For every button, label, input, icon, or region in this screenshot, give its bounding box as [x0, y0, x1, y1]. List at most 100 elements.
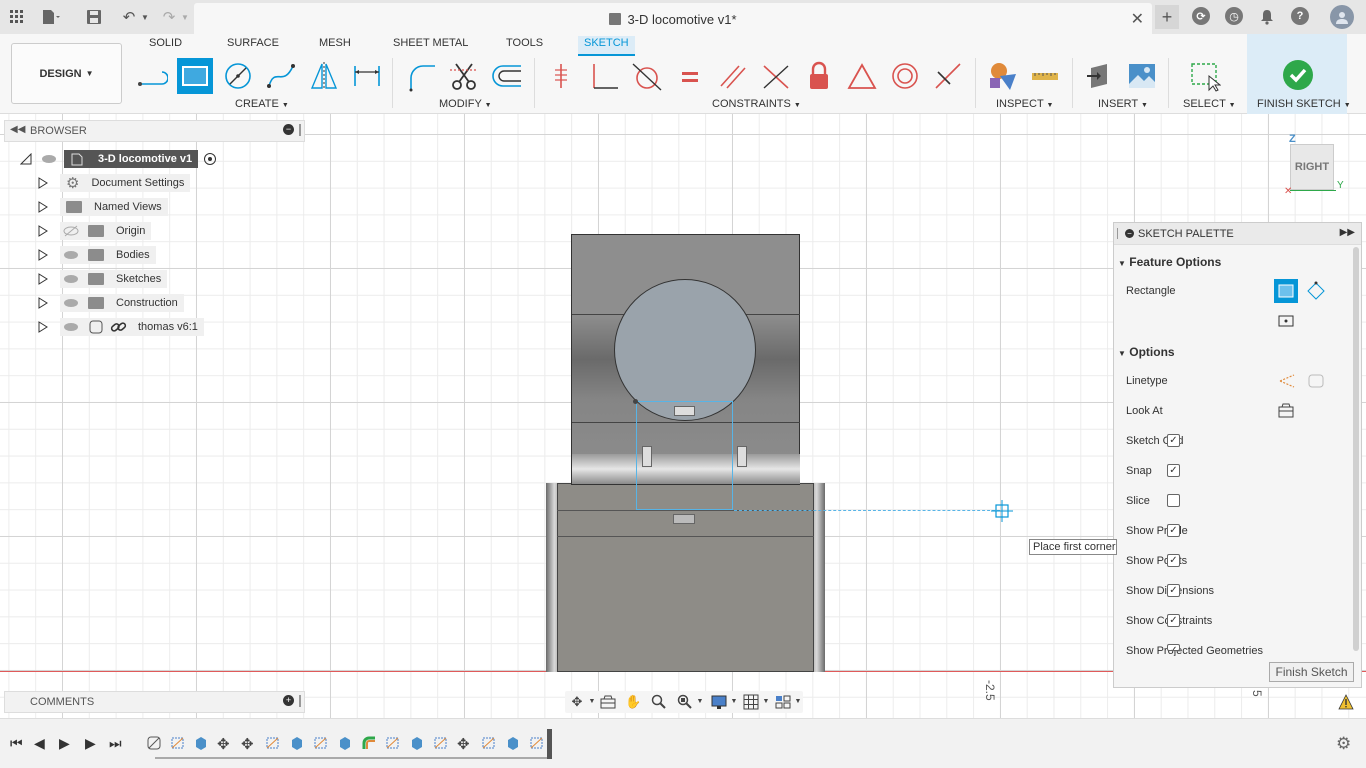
- visibility-eye-icon[interactable]: [64, 275, 78, 283]
- undo-dropdown-icon[interactable]: ▼: [134, 6, 156, 28]
- job-status-icon[interactable]: ◷: [1225, 7, 1243, 25]
- user-avatar[interactable]: [1330, 5, 1354, 29]
- palette-finish-sketch-button[interactable]: Finish Sketch: [1269, 662, 1354, 682]
- options-section[interactable]: ▼ Options: [1118, 345, 1175, 359]
- panel-minimize-icon[interactable]: −: [283, 124, 294, 135]
- dimension-tool-icon[interactable]: [349, 58, 385, 94]
- help-icon[interactable]: ?: [1291, 7, 1309, 25]
- visibility-eye-icon[interactable]: [64, 251, 78, 259]
- timeline-marker[interactable]: [547, 729, 552, 759]
- triangle-constraint-icon[interactable]: [844, 58, 880, 94]
- zoom-icon[interactable]: [651, 694, 667, 710]
- show-profile-checkbox[interactable]: ✓: [1167, 524, 1180, 537]
- zoom-dropdown-icon[interactable]: ▼: [692, 694, 708, 710]
- viewports-dropdown-icon[interactable]: ▼: [790, 694, 806, 710]
- browser-item-sketches[interactable]: Sketches: [38, 269, 168, 289]
- show-projected-geometries-checkbox[interactable]: ✓: [1167, 644, 1180, 651]
- insert-canvas-icon[interactable]: [1124, 58, 1160, 94]
- go-to-start-icon[interactable]: ⏮: [10, 735, 23, 752]
- construction-linetype-icon[interactable]: [1278, 373, 1296, 392]
- timeline-move-icon[interactable]: ✥: [457, 735, 473, 753]
- slice-checkbox[interactable]: [1167, 494, 1180, 507]
- display-settings-icon[interactable]: [711, 694, 727, 710]
- mirror-tool-icon[interactable]: [306, 58, 342, 94]
- three-point-rectangle-icon[interactable]: [1304, 279, 1328, 303]
- palette-header[interactable]: − SKETCH PALETTE ▶▶: [1114, 223, 1361, 245]
- timeline-fillet-icon[interactable]: [361, 735, 377, 751]
- workspace-design-button[interactable]: DESIGN ▼: [11, 43, 122, 104]
- timeline-sketch-icon[interactable]: [170, 735, 186, 751]
- inspect-group-label[interactable]: INSPECT ▼: [996, 98, 1053, 110]
- expand-triangle-icon[interactable]: [38, 249, 48, 261]
- data-panel-icon[interactable]: ⟳: [1192, 7, 1210, 25]
- collapse-circle-icon[interactable]: −: [1125, 229, 1134, 238]
- timeline-sketch-icon[interactable]: [529, 735, 545, 751]
- browser-item-document-settings[interactable]: ⚙ Document Settings: [38, 173, 191, 193]
- browser-item-linked-component[interactable]: thomas v6:1: [38, 317, 204, 337]
- concentric-constraint-icon[interactable]: [887, 58, 923, 94]
- expand-triangle-icon[interactable]: [38, 177, 48, 189]
- parallel-constraint-icon[interactable]: [715, 58, 751, 94]
- symmetry-constraint-icon[interactable]: [930, 58, 966, 94]
- insert-derive-icon[interactable]: [1081, 58, 1117, 94]
- browser-root-item[interactable]: 3-D locomotive v1: [20, 149, 217, 169]
- tab-sketch[interactable]: SKETCH: [578, 36, 635, 56]
- grid-settings-icon[interactable]: [743, 694, 759, 710]
- offset-tool-icon[interactable]: [489, 58, 525, 94]
- timeline-sketch-icon[interactable]: [385, 735, 401, 751]
- file-menu-icon[interactable]: [40, 6, 62, 28]
- measure-icon[interactable]: [1027, 58, 1063, 94]
- center-rectangle-icon[interactable]: [1274, 309, 1298, 333]
- expand-panel-icon[interactable]: ▶▶: [1340, 227, 1355, 238]
- display-dropdown-icon[interactable]: ▼: [726, 694, 742, 710]
- show-constraints-checkbox[interactable]: ✓: [1167, 614, 1180, 627]
- step-forward-icon[interactable]: ▶: [85, 735, 96, 752]
- browser-panel-header[interactable]: ◀◀ BROWSER −: [4, 120, 305, 142]
- finish-sketch-button[interactable]: FINISH SKETCH ▼: [1247, 34, 1351, 114]
- expand-triangle-icon[interactable]: [38, 321, 48, 333]
- show-dimensions-checkbox[interactable]: ✓: [1167, 584, 1180, 597]
- drag-handle-icon[interactable]: [1117, 228, 1118, 239]
- coincident-constraint-icon[interactable]: [543, 58, 579, 94]
- tab-sheet-metal[interactable]: SHEET METAL: [387, 36, 474, 56]
- app-grid-icon[interactable]: [6, 6, 28, 28]
- timeline-extrude-icon[interactable]: [337, 735, 353, 751]
- create-group-label[interactable]: CREATE ▼: [235, 98, 289, 110]
- timeline-sketch-icon[interactable]: [313, 735, 329, 751]
- modify-group-label[interactable]: MODIFY ▼: [439, 98, 492, 110]
- display-component-colors-icon[interactable]: [984, 58, 1020, 94]
- browser-item-construction[interactable]: Construction: [38, 293, 184, 313]
- tab-tools[interactable]: TOOLS: [500, 36, 549, 56]
- timeline-extrude-icon[interactable]: [193, 735, 209, 751]
- tab-mesh[interactable]: MESH: [313, 36, 357, 56]
- collapse-triangle-icon[interactable]: [20, 153, 32, 165]
- redo-dropdown-icon[interactable]: ▼: [174, 6, 196, 28]
- feature-options-section[interactable]: ▼ Feature Options: [1118, 255, 1221, 269]
- orbit-icon[interactable]: ✥: [569, 694, 585, 710]
- viewports-icon[interactable]: [775, 694, 791, 710]
- visibility-eye-icon[interactable]: [42, 155, 56, 163]
- circle-tool-icon[interactable]: [220, 58, 256, 94]
- sketch-grid-checkbox[interactable]: ✓: [1167, 434, 1180, 447]
- fix-constraint-icon[interactable]: [801, 58, 837, 94]
- tab-solid[interactable]: SOLID: [143, 36, 188, 56]
- look-at-nav-icon[interactable]: [600, 694, 616, 710]
- fillet-tool-icon[interactable]: [403, 58, 439, 94]
- centerline-linetype-icon[interactable]: [1307, 373, 1325, 392]
- timeline-extrude-icon[interactable]: [289, 735, 305, 751]
- expand-triangle-icon[interactable]: [38, 297, 48, 309]
- play-icon[interactable]: ▶: [59, 735, 70, 752]
- line-tool-icon[interactable]: [134, 58, 170, 94]
- view-cube-face[interactable]: RIGHT: [1290, 144, 1334, 190]
- tangent-constraint-icon[interactable]: [629, 58, 665, 94]
- trim-tool-icon[interactable]: [446, 58, 482, 94]
- timeline-move-icon[interactable]: ✥: [241, 735, 257, 753]
- perpendicular-constraint-icon[interactable]: [586, 58, 622, 94]
- save-icon[interactable]: [83, 6, 105, 28]
- visibility-eye-icon[interactable]: [64, 299, 78, 307]
- two-point-rectangle-icon[interactable]: [1274, 279, 1298, 303]
- grid-dropdown-icon[interactable]: ▼: [758, 694, 774, 710]
- warning-icon[interactable]: [1338, 694, 1354, 713]
- orbit-dropdown-icon[interactable]: ▼: [584, 694, 600, 710]
- browser-item-named-views[interactable]: Named Views: [38, 197, 168, 217]
